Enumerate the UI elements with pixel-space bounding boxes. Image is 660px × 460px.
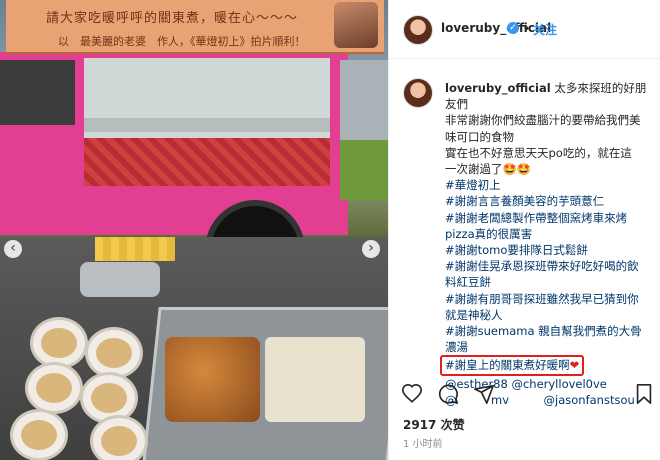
caption-line: #謝謝有朋哥哥探班雖然我早已猜到你 — [445, 291, 655, 307]
caption-line: pizza真的很厲害 — [445, 226, 655, 242]
truck-window — [0, 60, 75, 125]
caption-line: #謝皇上的關東煮好暖啊❤ — [440, 355, 655, 376]
parked-car — [340, 60, 388, 150]
separator-dot: • — [523, 22, 531, 36]
share-icon[interactable] — [473, 383, 495, 405]
hashtag-line[interactable]: #華燈初上 — [445, 178, 501, 192]
soup-cup — [90, 415, 148, 460]
hashtag-line[interactable]: #謝謝有朋哥哥探班雖然我早已猜到你 — [445, 292, 639, 306]
grass — [340, 140, 388, 200]
chevron-left-icon[interactable]: ‹ — [4, 240, 22, 258]
caption-text: 非常謝謝你們絞盡腦汁的要帶給我們美 — [445, 113, 641, 128]
post-photo[interactable]: 請大家吃暖呼呼的關東煮，暖在心～～～ 以 最美麗的老婆 作人，《華燈初上》拍片順… — [0, 0, 388, 460]
comment-icon[interactable] — [437, 383, 459, 405]
soup-cup — [10, 409, 68, 460]
highlighted-hashtag[interactable]: #謝皇上的關東煮好暖啊❤ — [440, 355, 585, 376]
hashtag-line[interactable]: 就是神秘人 — [445, 308, 503, 322]
noodle-packs — [95, 237, 175, 261]
truck-shelf — [84, 118, 330, 132]
truck-banner: 請大家吃暖呼呼的關東煮，暖在心～～～ 以 最美麗的老婆 作人，《華燈初上》拍片順… — [6, 0, 384, 54]
truck-counter — [84, 138, 330, 186]
author-avatar[interactable] — [403, 15, 433, 45]
soup-cups — [0, 297, 170, 460]
caption-text: 太多來探班的好朋 — [554, 81, 647, 95]
hashtag-line[interactable]: #謝謝老闆總製作帶整個窯烤車來烤 — [445, 211, 627, 225]
caption-line: 味可口的食物 — [445, 129, 655, 145]
caption-line: #謝謝tomo要排隊日式鬆餅 — [445, 242, 655, 258]
caption-line: #謝謝佳晃承恩探班帶來好吃好喝的飲 — [445, 258, 655, 274]
caption-line: loveruby_official 太多來探班的好朋 — [445, 80, 655, 96]
soup-cup — [85, 327, 143, 379]
action-bar — [401, 383, 655, 407]
caption-line: 實在也不好意思天天po吃的，就在這 — [445, 145, 655, 161]
post-header: loveruby_official ✓ • 关注 — [389, 0, 660, 59]
like-count[interactable]: 2917 次赞 — [403, 416, 465, 433]
caption-line: 就是神秘人 — [445, 307, 655, 323]
photo-food-truck: 請大家吃暖呼呼的關東煮，暖在心～～～ 以 最美麗的老婆 作人，《華燈初上》拍片順… — [0, 0, 388, 237]
hashtag-line[interactable]: #謝謝tomo要排隊日式鬆餅 — [445, 243, 588, 257]
caption-line: 友們 — [445, 96, 655, 112]
hashtag-line[interactable]: #謝謝佳晃承恩探班帶來好吃好喝的飲 — [445, 259, 639, 273]
post-timestamp[interactable]: 1 小时前 — [403, 435, 443, 450]
caption-line: #謝謝言言養顏美容的芋頭薏仁 — [445, 193, 655, 209]
caption-line: 一次謝過了🤩🤩 — [445, 161, 655, 177]
caption-username[interactable]: loveruby_official — [445, 81, 551, 95]
caption-line: 濃湯 — [445, 339, 655, 355]
caption-author-avatar[interactable] — [403, 78, 433, 108]
hashtag-line[interactable]: #謝謝suemama 親自幫我們煮的大骨 — [445, 324, 642, 338]
caption-text: 一次謝過了🤩🤩 — [445, 162, 532, 177]
caption-text: 友們 — [445, 97, 468, 112]
post-sidebar: loveruby_official ✓ • 关注 loveruby_offici… — [388, 0, 660, 460]
post-caption: loveruby_official 太多來探班的好朋 友們 非常謝謝你們絞盡腦汁的要… — [440, 80, 655, 408]
hashtag-line[interactable]: #謝謝言言養顏美容的芋頭薏仁 — [445, 194, 604, 208]
caption-line: #謝謝suemama 親自幫我們煮的大骨 — [445, 323, 655, 339]
tofu-pieces — [265, 337, 365, 422]
photo-oden-stall — [0, 237, 388, 460]
fried-food — [165, 337, 260, 422]
soup-cup — [25, 362, 83, 414]
instagram-post-view: 請大家吃暖呼呼的關東煮，暖在心～～～ 以 最美麗的老婆 作人，《華燈初上》拍片順… — [0, 0, 660, 460]
caption-line: #謝謝老闆總製作帶整個窯烤車來烤 — [445, 210, 655, 226]
verified-badge-icon: ✓ — [507, 22, 519, 34]
banner-portrait — [334, 2, 378, 48]
follow-button[interactable]: 关注 — [533, 21, 557, 38]
red-heart-emoji: ❤ — [569, 358, 580, 373]
caption-line: #華燈初上 — [445, 177, 655, 193]
banner-line-1: 請大家吃暖呼呼的關東煮，暖在心～～～ — [46, 11, 299, 26]
caption-line: 料紅豆餅 — [445, 274, 655, 290]
caption-text: 味可口的食物 — [445, 129, 514, 144]
caption-text: 實在也不好意思天天po吃的，就在這 — [445, 145, 632, 160]
steam-pot — [80, 262, 160, 297]
hashtag-line[interactable]: 料紅豆餅 — [445, 275, 491, 289]
heart-icon[interactable] — [401, 383, 423, 405]
caption-line: 非常謝謝你們絞盡腦汁的要帶給我們美 — [445, 112, 655, 128]
bookmark-icon[interactable] — [633, 383, 655, 405]
hashtag-text: #謝皇上的關東煮好暖啊 — [445, 358, 570, 373]
soup-cup — [30, 317, 88, 369]
banner-line-2: 以 最美麗的老婆 作人，《華燈初上》拍片順利！ — [58, 35, 306, 48]
hashtag-line[interactable]: 濃湯 — [445, 340, 468, 354]
chevron-right-icon[interactable]: › — [362, 240, 380, 258]
hashtag-line[interactable]: pizza真的很厲害 — [445, 227, 532, 241]
